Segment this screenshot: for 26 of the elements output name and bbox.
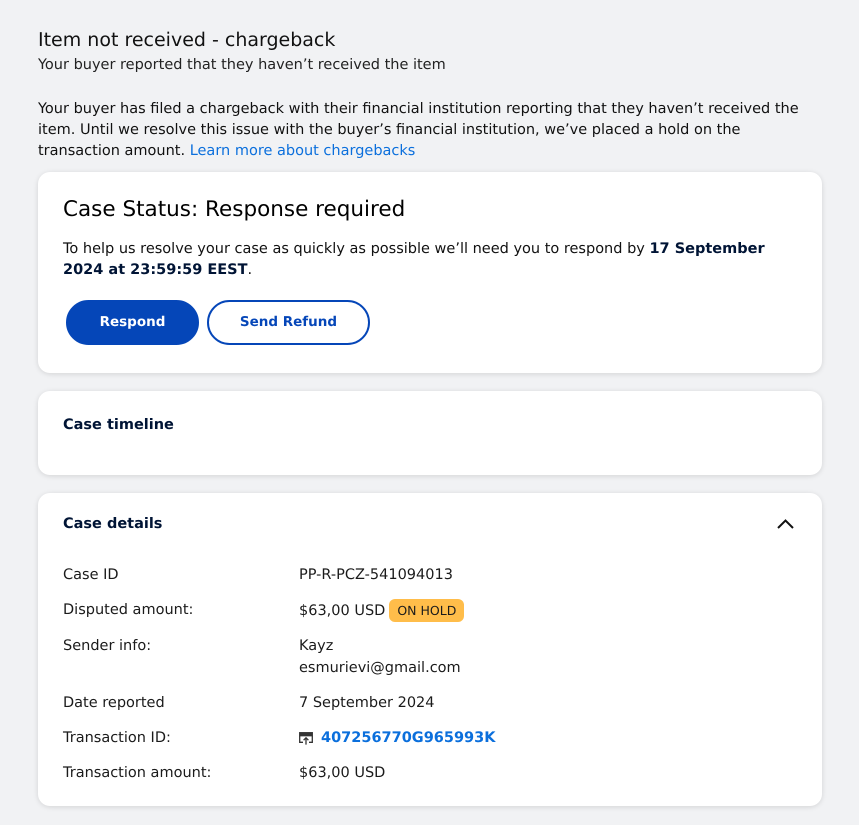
field-value: esmurievi@gmail.com <box>299 659 461 678</box>
deadline-message: To help us resolve your case as quickly as possible we’ll need you to respond by 17 September 2024 at 23:59:59 EEST. <box>63 240 766 280</box>
field-value: Kayz <box>299 637 334 656</box>
field-value: 7 September 2024 <box>299 694 434 713</box>
learn-more-link[interactable]: Learn more about chargebacks <box>190 143 416 159</box>
primary-button[interactable]: Respond <box>66 300 199 345</box>
field-value: PP-R-PCZ-541094013 <box>299 566 453 585</box>
card-title: Case timeline <box>63 416 175 435</box>
page-subtitle: Your buyer reported that they haven’t received the item <box>38 56 447 75</box>
chevron-up-icon[interactable] <box>777 519 794 529</box>
field-label: Sender info: <box>63 637 152 656</box>
transaction-link[interactable]: 407256770G965993K <box>321 727 496 749</box>
card-title: Case details <box>63 515 162 534</box>
field-value: $63,00 USD <box>299 602 386 620</box>
field-label: Disputed amount: <box>63 601 194 620</box>
arrow-box-icon <box>299 732 313 744</box>
page-title: Item not received - chargeback <box>38 28 336 52</box>
card-title: Case Status: Response required <box>63 196 406 224</box>
field-label: Date reported <box>63 694 166 713</box>
secondary-button[interactable]: Send Refund <box>207 300 370 345</box>
status-badge: ON HOLD <box>389 599 464 622</box>
field-value: $63,00 USD <box>299 764 386 783</box>
intro-paragraph: Your buyer has filed a chargeback with their financial institution reporting that they haven’t received the item. Until we resolve this issue with the buyer’s financial institution, we’ve placed a hold on the transaction amount. Learn more about chargebacks <box>38 100 800 161</box>
field-label: Transaction amount: <box>63 764 212 783</box>
field-label: Case ID <box>63 566 120 585</box>
field-label: Transaction ID: <box>63 729 172 748</box>
